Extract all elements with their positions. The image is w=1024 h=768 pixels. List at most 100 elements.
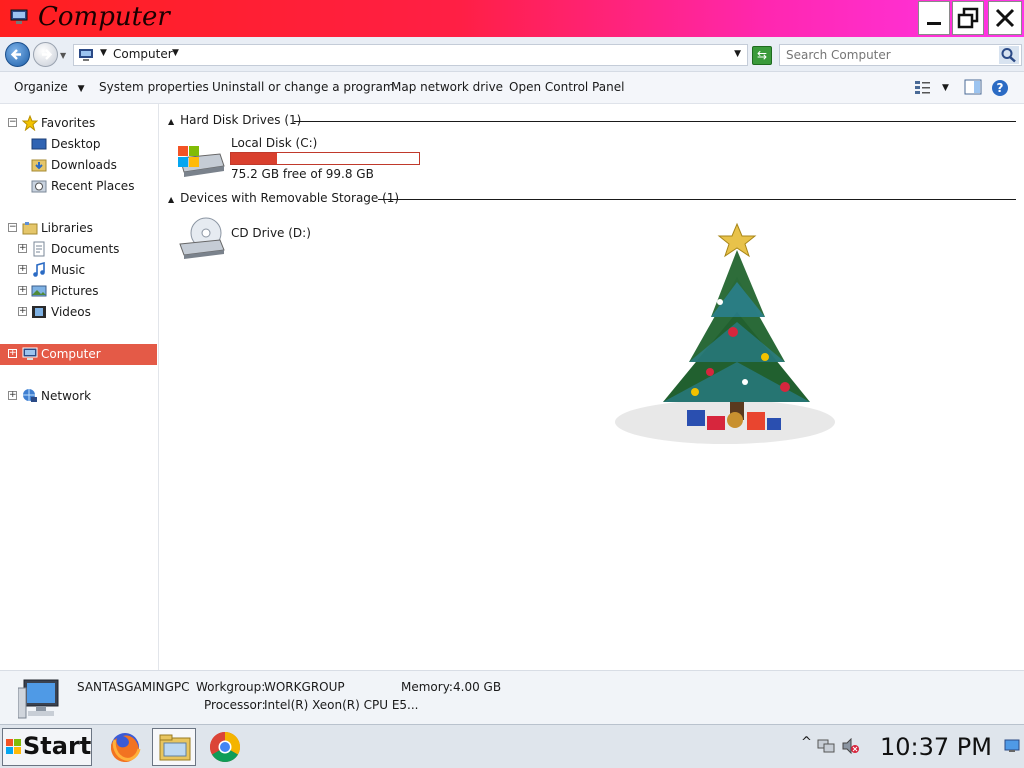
group-header-label: Hard Disk Drives (1) — [180, 113, 302, 127]
star-icon — [22, 115, 38, 131]
sidebar-item-downloads[interactable]: Downloads — [0, 155, 157, 176]
volume-muted-icon[interactable] — [842, 738, 860, 754]
group-header-removable-storage[interactable]: ▲ Devices with Removable Storage (1) — [168, 191, 399, 205]
minimize-icon — [927, 22, 941, 25]
sidebar-item-label: Libraries — [41, 221, 93, 235]
sidebar-item-videos[interactable]: + Videos — [0, 302, 157, 323]
sidebar-item-computer[interactable]: + Computer — [0, 344, 157, 365]
downloads-folder-icon — [31, 159, 47, 172]
search-input[interactable] — [780, 45, 995, 65]
sidebar-item-label: Recent Places — [51, 179, 135, 193]
view-dropdown-icon[interactable]: ▼ — [942, 83, 949, 93]
network-icon — [23, 389, 37, 402]
address-field[interactable]: ▼ Computer ▼ ▼ — [73, 44, 748, 66]
sidebar-item-label: Downloads — [51, 158, 117, 172]
group-header-hard-disk-drives[interactable]: ▲ Hard Disk Drives (1) — [168, 113, 301, 127]
sidebar-item-label: Documents — [51, 242, 120, 256]
memory-label: Memory: — [401, 680, 453, 694]
organize-menu[interactable]: Organize ▼ — [14, 80, 85, 94]
clock[interactable]: 10:37 PM — [880, 733, 992, 761]
christmas-tree-decoration — [615, 222, 835, 444]
preview-pane-icon[interactable] — [964, 79, 982, 95]
documents-icon — [33, 241, 45, 257]
sidebar-item-recent-places[interactable]: Recent Places — [0, 176, 157, 197]
breadcrumb-separator-icon[interactable]: ▼ — [100, 48, 107, 58]
folder-icon — [159, 734, 191, 761]
back-button[interactable] — [5, 42, 30, 67]
restore-icon — [957, 7, 979, 29]
breadcrumb-dropdown-icon[interactable]: ▼ — [172, 48, 179, 58]
expand-icon[interactable]: + — [8, 349, 17, 358]
start-button[interactable]: Start — [2, 728, 92, 766]
group-divider — [378, 199, 1016, 200]
forward-arrow-icon — [42, 49, 53, 60]
back-arrow-icon — [10, 49, 21, 60]
minimize-button[interactable] — [918, 1, 950, 35]
show-desktop-icon[interactable] — [1004, 739, 1020, 753]
drive-item-cd-drive[interactable]: CD Drive (D:) — [170, 212, 370, 262]
music-icon — [33, 262, 45, 277]
sidebar-item-music[interactable]: + Music — [0, 260, 157, 281]
collapse-icon[interactable]: − — [8, 118, 17, 127]
expand-icon[interactable]: + — [18, 286, 27, 295]
uninstall-program-button[interactable]: Uninstall or change a program — [212, 80, 395, 94]
taskbar-firefox-button[interactable] — [103, 728, 147, 766]
address-bar: ▼ ▼ Computer ▼ ▼ ⇆ — [0, 37, 1024, 72]
show-hidden-icons-button[interactable]: ^ — [801, 735, 812, 750]
collapse-icon[interactable]: − — [8, 223, 17, 232]
drive-free-space: 75.2 GB free of 99.8 GB — [231, 167, 374, 181]
search-field[interactable] — [779, 44, 1022, 66]
map-network-drive-button[interactable]: Map network drive — [391, 80, 503, 94]
search-icon[interactable] — [999, 46, 1019, 64]
view-options-icon[interactable] — [914, 79, 932, 95]
taskbar-explorer-button[interactable] — [152, 728, 196, 766]
restore-button[interactable] — [952, 1, 984, 35]
help-icon[interactable]: ? — [991, 79, 1009, 97]
details-pane: SANTASGAMINGPC Workgroup: WORKGROUP Memo… — [0, 670, 1024, 724]
expand-icon[interactable]: + — [18, 265, 27, 274]
sidebar-item-label: Network — [41, 389, 92, 403]
recent-places-icon — [31, 180, 47, 193]
computer-name: SANTASGAMINGPC — [77, 680, 190, 694]
close-button[interactable] — [988, 1, 1022, 35]
file-list: ▲ Hard Disk Drives (1) Local Disk (C:) 75… — [160, 104, 1024, 670]
expand-icon[interactable]: + — [18, 307, 27, 316]
organize-label: Organize — [14, 80, 68, 94]
sidebar-item-favorites[interactable]: − Favorites — [0, 113, 157, 134]
sidebar-item-libraries[interactable]: − Libraries — [0, 218, 157, 239]
workgroup-value: WORKGROUP — [264, 680, 345, 694]
collapse-triangle-icon[interactable]: ▲ — [168, 117, 174, 126]
taskbar-chrome-button[interactable] — [203, 728, 247, 766]
sidebar-item-documents[interactable]: + Documents — [0, 239, 157, 260]
drive-usage-fill — [231, 153, 278, 164]
sidebar-item-network[interactable]: + Network — [0, 386, 157, 407]
workgroup-label: Workgroup: — [196, 680, 266, 694]
collapse-triangle-icon[interactable]: ▲ — [168, 195, 174, 204]
network-tray-icon[interactable] — [817, 738, 835, 754]
refresh-button[interactable]: ⇆ — [752, 46, 772, 65]
start-label: Start — [23, 732, 92, 760]
firefox-icon — [110, 733, 141, 763]
chevron-down-icon: ▼ — [77, 84, 85, 94]
expand-icon[interactable]: + — [18, 244, 27, 253]
computer-large-icon — [18, 679, 59, 719]
system-properties-button[interactable]: System properties — [99, 80, 209, 94]
drive-item-local-disk[interactable]: Local Disk (C:) 75.2 GB free of 99.8 GB — [170, 132, 440, 182]
open-control-panel-button[interactable]: Open Control Panel — [509, 80, 624, 94]
group-header-label: Devices with Removable Storage (1) — [180, 191, 400, 205]
windows-logo-icon — [6, 739, 21, 754]
recent-pages-dropdown[interactable]: ▼ — [60, 51, 66, 60]
computer-icon — [79, 49, 93, 61]
sidebar-item-pictures[interactable]: + Pictures — [0, 281, 157, 302]
taskbar: Start ^ 10:37 PM — [0, 724, 1024, 768]
libraries-icon — [22, 222, 38, 235]
drive-name-c: Local Disk (C:) — [231, 136, 318, 150]
forward-button[interactable] — [33, 42, 58, 67]
sidebar-item-desktop[interactable]: Desktop — [0, 134, 157, 155]
breadcrumb-computer[interactable]: Computer — [113, 47, 173, 61]
expand-icon[interactable]: + — [8, 391, 17, 400]
address-history-dropdown-icon[interactable]: ▼ — [734, 49, 741, 59]
pictures-icon — [31, 285, 47, 297]
title-bar[interactable]: Computer — [0, 0, 1024, 37]
window-title: Computer — [38, 2, 170, 32]
